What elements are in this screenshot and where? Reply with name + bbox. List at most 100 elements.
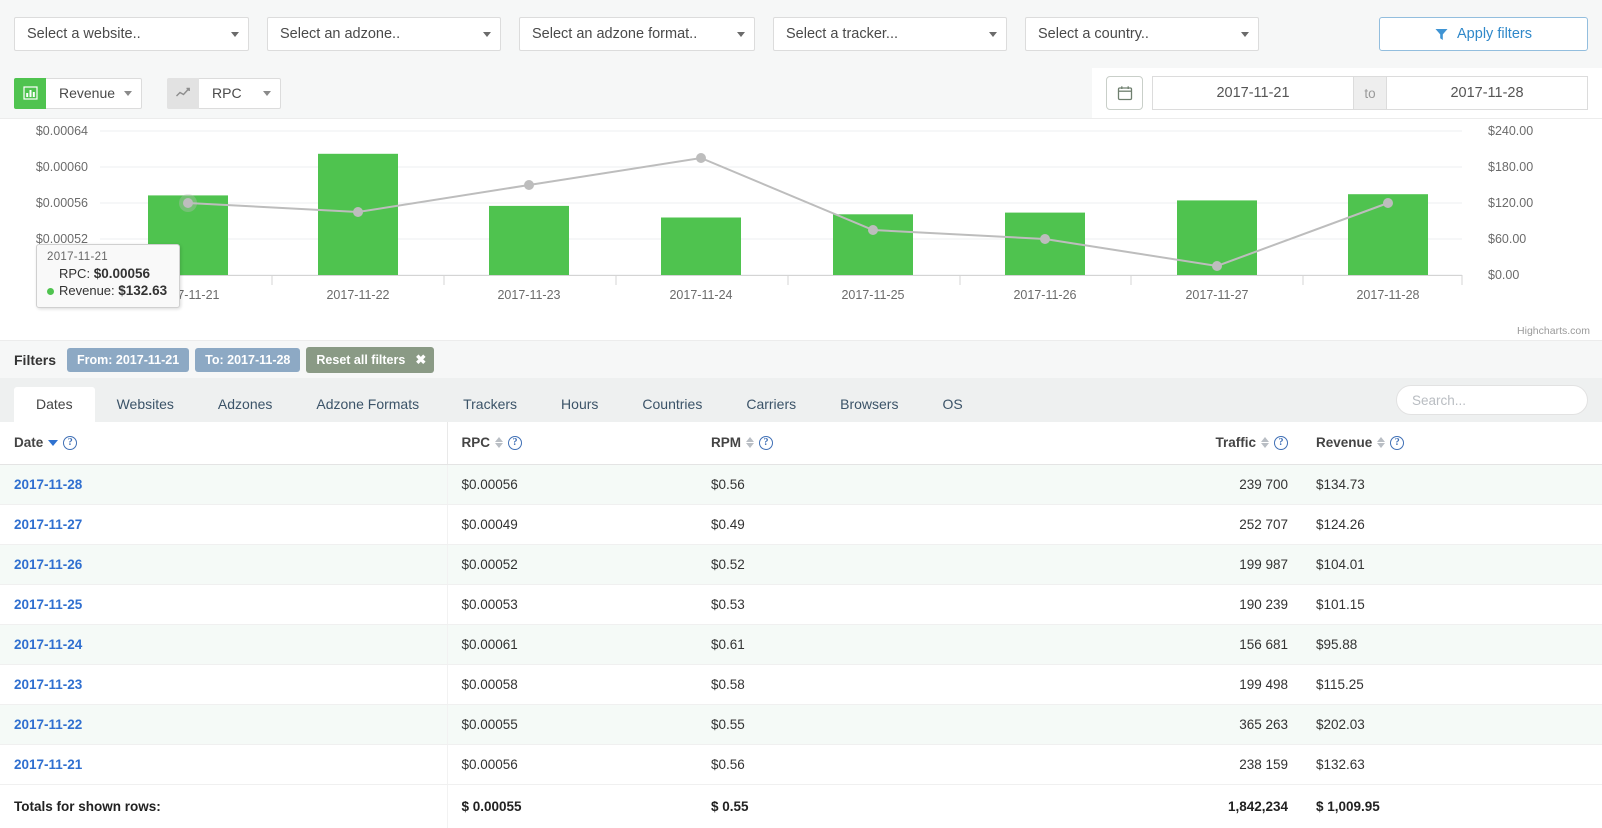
line-metric-selector[interactable]: RPC [167,78,281,109]
svg-text:$240.00: $240.00 [1488,124,1533,138]
tab-os[interactable]: OS [920,387,984,422]
calendar-button[interactable] [1106,76,1143,110]
chart-gridlines [100,131,1462,275]
table-row: 2017-11-22 $0.00055 $0.55 365 263 $202.0… [0,705,1602,745]
line-metric-value-wrap[interactable]: RPC [199,78,281,109]
svg-text:$180.00: $180.00 [1488,160,1533,174]
date-link[interactable]: 2017-11-24 [14,637,82,652]
header-traffic[interactable]: Traffic ? [1142,422,1302,465]
sort-asc-icon [1377,437,1385,442]
country-select[interactable]: Select a country.. [1025,17,1259,51]
bar-metric-label: Revenue [59,85,115,101]
svg-text:$0.00: $0.00 [1488,268,1519,282]
cell-traffic: 239 700 [1142,465,1302,505]
tooltip-revenue-row: Revenue: $132.63 [47,282,167,299]
tab-browsers[interactable]: Browsers [818,387,920,422]
date-from-input[interactable]: 2017-11-21 [1152,76,1354,110]
tab-countries[interactable]: Countries [620,387,724,422]
table-row: 2017-11-26 $0.00052 $0.52 199 987 $104.0… [0,545,1602,585]
search-input[interactable] [1396,385,1588,415]
filter-chip-from[interactable]: From: 2017-11-21 [67,348,189,372]
svg-text:$0.00060: $0.00060 [36,160,88,174]
header-date[interactable]: Date ? [0,422,447,465]
tab-carriers[interactable]: Carriers [724,387,818,422]
help-icon[interactable]: ? [508,436,522,450]
header-rpc[interactable]: RPC ? [447,422,697,465]
date-link[interactable]: 2017-11-27 [14,517,82,532]
close-icon[interactable]: ✖ [415,352,426,368]
cell-rpc: $0.00056 [447,465,697,505]
sort-icon[interactable] [495,437,503,448]
header-date-label: Date [14,435,43,450]
help-icon[interactable]: ? [1274,436,1288,450]
help-icon[interactable]: ? [759,436,773,450]
cell-date: 2017-11-23 [0,665,447,705]
svg-text:$120.00: $120.00 [1488,196,1533,210]
cell-rpm: $0.58 [697,665,1142,705]
cell-date: 2017-11-25 [0,585,447,625]
sort-icon[interactable] [746,437,754,448]
tab-adzone-formats[interactable]: Adzone Formats [294,387,441,422]
sort-desc-icon [1261,443,1269,448]
cell-traffic: 238 159 [1142,745,1302,785]
sort-desc-icon [1377,443,1385,448]
header-rpm[interactable]: RPM ? [697,422,1142,465]
table-row: 2017-11-28 $0.00056 $0.56 239 700 $134.7… [0,465,1602,505]
tab-hours[interactable]: Hours [539,387,620,422]
chart-x-ticks [100,275,1462,285]
header-traffic-label: Traffic [1215,435,1256,450]
cell-rpc: $0.00056 [447,745,697,785]
tab-adzones[interactable]: Adzones [196,387,294,422]
highcharts-credit[interactable]: Highcharts.com [1517,325,1590,337]
svg-text:$0.00064: $0.00064 [36,124,88,138]
help-icon[interactable]: ? [1390,436,1404,450]
date-link[interactable]: 2017-11-22 [14,717,82,732]
cell-traffic: 199 498 [1142,665,1302,705]
tracker-select[interactable]: Select a tracker... [773,17,1007,51]
svg-text:2017-11-28: 2017-11-28 [1356,288,1419,302]
date-link[interactable]: 2017-11-25 [14,597,82,612]
tab-trackers[interactable]: Trackers [441,387,539,422]
chevron-down-icon [263,91,271,96]
svg-text:2017-11-25: 2017-11-25 [841,288,904,302]
sort-icon[interactable] [1261,437,1269,448]
report-tabs: Dates Websites Adzones Adzone Formats Tr… [0,378,1602,422]
tab-websites[interactable]: Websites [95,387,196,422]
header-revenue[interactable]: Revenue ? [1302,422,1602,465]
date-range-picker: 2017-11-21 to 2017-11-28 [1092,68,1602,118]
cell-revenue: $202.03 [1302,705,1602,745]
website-select[interactable]: Select a website.. [14,17,249,51]
tab-dates[interactable]: Dates [14,387,95,422]
date-to-input[interactable]: 2017-11-28 [1386,76,1588,110]
help-icon[interactable]: ? [63,436,77,450]
chevron-down-icon [989,32,997,37]
cell-rpc: $0.00053 [447,585,697,625]
apply-filters-button[interactable]: Apply filters [1379,17,1588,51]
svg-text:2017-11-27: 2017-11-27 [1185,288,1248,302]
cell-traffic: 252 707 [1142,505,1302,545]
bar-metric-value-wrap[interactable]: Revenue [46,78,142,109]
tooltip-rpc-label: RPC: [59,266,90,281]
date-link[interactable]: 2017-11-28 [14,477,82,492]
date-link[interactable]: 2017-11-21 [14,757,82,772]
reset-all-filters-button[interactable]: Reset all filters ✖ [306,347,434,373]
cell-date: 2017-11-21 [0,745,447,785]
adzone-format-select[interactable]: Select an adzone format.. [519,17,755,51]
cell-traffic: 190 239 [1142,585,1302,625]
chart-tooltip: 2017-11-21 RPC: $0.00056 Revenue: $132.6… [36,244,180,308]
svg-text:$60.00: $60.00 [1488,232,1526,246]
chevron-down-icon [124,91,132,96]
cell-revenue: $104.01 [1302,545,1602,585]
table-row: 2017-11-27 $0.00049 $0.49 252 707 $124.2… [0,505,1602,545]
date-link[interactable]: 2017-11-23 [14,677,82,692]
adzone-select[interactable]: Select an adzone.. [267,17,501,51]
bar-metric-selector[interactable]: Revenue [14,78,142,109]
cell-date: 2017-11-28 [0,465,447,505]
sort-icon[interactable] [1377,437,1385,448]
revenue-rpc-chart[interactable]: $0.00064 $0.00060 $0.00056 $0.00052 $0.0… [0,118,1602,340]
filter-chip-to[interactable]: To: 2017-11-28 [195,348,300,372]
funnel-icon [1435,28,1448,41]
cell-date: 2017-11-22 [0,705,447,745]
date-link[interactable]: 2017-11-26 [14,557,82,572]
sort-desc-icon[interactable] [48,440,58,446]
